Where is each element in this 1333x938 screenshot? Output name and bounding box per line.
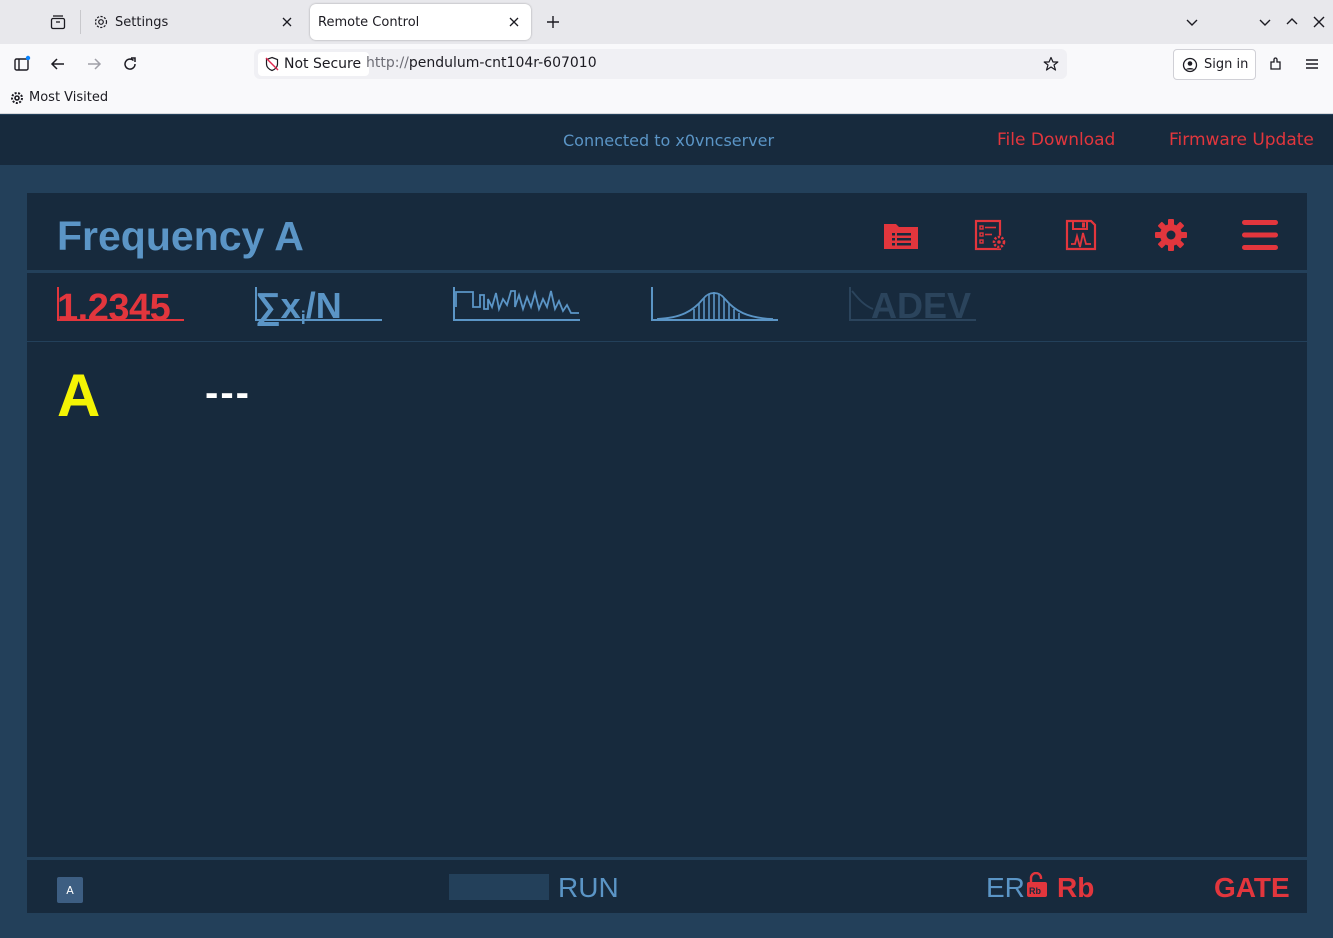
tab-label: Settings — [115, 14, 169, 30]
sign-in-button[interactable]: Sign in — [1173, 49, 1256, 80]
tab-remote-control[interactable]: Remote Control — [310, 4, 531, 40]
lock-badge-label: Rb — [1029, 886, 1041, 896]
gate-indicator: GATE — [1214, 872, 1290, 903]
measurement-channel: A — [57, 362, 101, 429]
bookmark-most-visited[interactable]: Most Visited — [10, 90, 108, 105]
statistics-view-underline — [255, 287, 382, 321]
bookmark-star-icon[interactable] — [1041, 54, 1061, 74]
unlock-icon: Rb — [1026, 871, 1048, 898]
tab-separator — [80, 10, 81, 34]
hamburger-menu-icon[interactable] — [1240, 217, 1280, 253]
numeric-view-tab[interactable]: 1.2345 — [57, 287, 185, 329]
file-download-link[interactable]: File Download — [997, 130, 1115, 150]
run-status[interactable]: RUN — [558, 872, 619, 904]
tab-settings[interactable]: Settings — [86, 4, 304, 40]
tab-label: Remote Control — [318, 14, 420, 30]
gear-icon — [10, 91, 24, 105]
status-bar: A RUN ER Rb Rb GATE — [27, 860, 1307, 913]
sidebar-toggle-icon[interactable] — [6, 48, 38, 80]
tab-list-chevron-icon[interactable] — [1176, 6, 1208, 38]
shield-icon — [264, 56, 280, 72]
close-icon[interactable] — [278, 13, 296, 31]
adev-view-tab[interactable]: ADEV — [849, 287, 977, 329]
statistics-view-tab[interactable]: ∑xi/N — [255, 287, 383, 329]
rb-reference-indicator: Rb — [1057, 872, 1095, 903]
channel-badge[interactable]: A — [57, 877, 83, 903]
back-icon[interactable] — [42, 48, 74, 80]
window-close-icon[interactable] — [1303, 6, 1333, 38]
divider — [27, 341, 1307, 342]
url-text[interactable]: http://pendulum-cnt104r-607010 — [366, 55, 597, 71]
url-protocol: http:// — [366, 55, 409, 71]
bookmark-label: Most Visited — [29, 90, 109, 105]
forward-icon[interactable] — [78, 48, 110, 80]
account-icon — [1182, 57, 1198, 73]
settings-list-icon[interactable] — [971, 217, 1011, 253]
browser-tab-bar: Settings Remote Control — [0, 0, 1333, 44]
er-indicator: ER — [986, 872, 1025, 903]
view-mode-toolbar: 1.2345 ∑xi/N ADEV — [27, 273, 1307, 341]
page-title: Frequency A — [57, 213, 304, 259]
trend-chart-icon — [453, 287, 580, 321]
extensions-icon[interactable] — [1260, 48, 1292, 80]
bookmarks-bar: Most Visited — [0, 84, 1333, 114]
url-host: pendulum-cnt104r-607010 — [408, 55, 597, 71]
gear-icon[interactable] — [1151, 217, 1191, 253]
gate-progress-bar — [449, 874, 549, 900]
trend-view-tab[interactable] — [453, 287, 581, 329]
gear-icon — [93, 14, 109, 30]
instrument-panel: Frequency A 1.2345 ∑xi/N ADEV A --- A RU… — [27, 193, 1307, 913]
url-bar[interactable]: Not Secure http://pendulum-cnt104r-60701… — [254, 49, 1067, 79]
save-waveform-icon[interactable] — [1061, 217, 1101, 253]
histogram-view-tab[interactable] — [651, 287, 779, 329]
folder-list-icon[interactable] — [881, 217, 921, 253]
sign-in-label: Sign in — [1204, 57, 1249, 72]
adev-view-underline — [849, 287, 976, 321]
connection-status: Connected to x0vncserver — [563, 131, 775, 150]
histogram-icon — [651, 287, 778, 321]
numeric-view-underline — [57, 287, 184, 321]
reload-icon[interactable] — [114, 48, 146, 80]
not-secure-badge[interactable]: Not Secure — [258, 52, 370, 76]
menu-icon[interactable] — [1296, 48, 1328, 80]
firmware-update-link[interactable]: Firmware Update — [1169, 130, 1314, 150]
new-tab-icon[interactable] — [537, 6, 569, 38]
browser-nav-bar: Not Secure http://pendulum-cnt104r-60701… — [0, 44, 1333, 84]
app-header: Connected to x0vncserver File Download F… — [0, 115, 1333, 165]
close-icon[interactable] — [505, 13, 523, 31]
not-secure-label: Not Secure — [284, 56, 362, 72]
tab-overview-icon[interactable] — [42, 6, 74, 38]
measurement-value: --- — [205, 371, 251, 415]
